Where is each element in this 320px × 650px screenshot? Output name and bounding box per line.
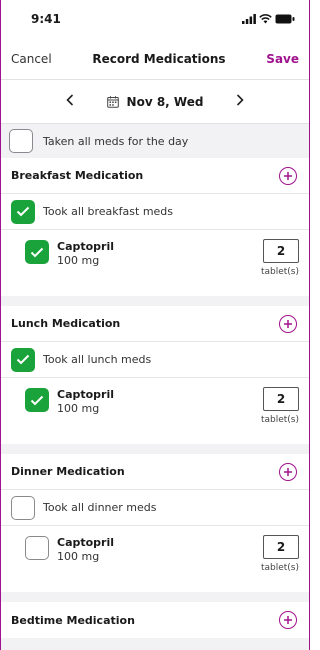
wifi-icon: [259, 14, 272, 24]
date-selector: Nov 8, Wed: [1, 80, 309, 124]
took-all-row[interactable]: Took all lunch meds: [1, 342, 309, 378]
all-day-label: Taken all meds for the day: [43, 134, 189, 148]
add-dinner-med-button[interactable]: [279, 462, 297, 481]
page-title: Record Medications: [92, 51, 226, 66]
battery-icon: [275, 14, 295, 24]
section-title: Breakfast Medication: [11, 169, 144, 182]
took-all-dinner-checkbox[interactable]: [11, 495, 35, 520]
date-display[interactable]: Nov 8, Wed: [100, 95, 210, 109]
med-info: Captopril 100 mg: [57, 536, 114, 563]
took-all-row[interactable]: Took all dinner meds: [1, 490, 309, 526]
med-row: Captopril 100 mg 2 tablet(s): [1, 230, 309, 296]
med-checkbox[interactable]: [25, 240, 49, 264]
save-button[interactable]: Save: [266, 52, 299, 66]
date-label: Nov 8, Wed: [126, 94, 204, 109]
med-row: Captopril 100 mg 2 tablet(s): [1, 378, 309, 444]
med-dose: 100 mg: [57, 550, 100, 563]
took-all-breakfast-checkbox[interactable]: [11, 199, 35, 224]
section-title: Lunch Medication: [11, 317, 121, 330]
lunch-section: Lunch Medication Took all lunch meds Cap…: [1, 306, 309, 444]
plus-circle-icon: [284, 467, 292, 476]
next-day-button[interactable]: [210, 93, 270, 110]
quantity-unit: tablet(s): [260, 267, 299, 277]
plus-circle-icon: [284, 171, 292, 180]
chevron-left-icon: [66, 93, 74, 106]
cancel-button[interactable]: Cancel: [11, 52, 52, 66]
med-name: Captopril: [57, 388, 115, 401]
check-icon: [30, 247, 44, 257]
calendar-icon: [106, 95, 119, 108]
plus-circle-icon: [284, 319, 292, 328]
med-checkbox[interactable]: [25, 388, 49, 412]
status-time: 9:41: [31, 12, 61, 26]
dinner-section: Dinner Medication Took all dinner meds C…: [1, 454, 309, 592]
breakfast-section: Breakfast Medication Took all breakfast …: [1, 158, 309, 296]
section-header: Bedtime Medication: [1, 602, 309, 638]
section-title: Bedtime Medication: [11, 613, 135, 627]
all-day-checkbox[interactable]: [9, 129, 33, 153]
med-dose: 100 mg: [57, 402, 100, 415]
plus-circle-icon: [284, 616, 292, 624]
chevron-right-icon: [236, 93, 244, 106]
app-frame: 9:41 Cancel Record Medications Save Nov …: [0, 0, 310, 650]
add-lunch-med-button[interactable]: [279, 314, 297, 333]
nav-bar: Cancel Record Medications Save: [1, 38, 309, 80]
med-name: Captopril: [57, 536, 115, 549]
section-header: Lunch Medication: [1, 306, 309, 342]
all-day-row[interactable]: Taken all meds for the day: [1, 124, 309, 158]
add-bedtime-med-button[interactable]: [279, 611, 297, 629]
took-all-lunch-checkbox[interactable]: [11, 347, 35, 372]
add-breakfast-med-button[interactable]: [279, 166, 297, 185]
qty-group: 2 tablet(s): [261, 387, 299, 425]
med-row: Captopril 100 mg 2 tablet(s): [1, 526, 309, 592]
med-checkbox[interactable]: [25, 536, 49, 560]
quantity-unit: tablet(s): [260, 563, 299, 573]
med-dose: 100 mg: [57, 254, 100, 267]
took-all-label: Took all breakfast meds: [43, 205, 174, 218]
status-icons: [242, 14, 295, 24]
quantity-unit: tablet(s): [260, 415, 299, 425]
section-header: Dinner Medication: [1, 454, 309, 490]
quantity-field[interactable]: 2: [263, 535, 299, 559]
took-all-label: Took all dinner meds: [43, 501, 157, 514]
took-all-label: Took all lunch meds: [43, 353, 152, 366]
qty-group: 2 tablet(s): [261, 535, 299, 573]
signal-icon: [242, 14, 256, 24]
section-title: Dinner Medication: [11, 465, 125, 478]
med-info: Captopril 100 mg: [57, 388, 114, 415]
status-bar: 9:41: [1, 0, 309, 38]
check-icon: [16, 206, 30, 217]
quantity-field[interactable]: 2: [263, 239, 299, 263]
check-icon: [30, 395, 44, 405]
check-icon: [16, 354, 30, 365]
prev-day-button[interactable]: [40, 93, 100, 110]
med-info: Captopril 100 mg: [57, 240, 114, 267]
section-header: Breakfast Medication: [1, 158, 309, 194]
took-all-row[interactable]: Took all breakfast meds: [1, 194, 309, 230]
med-name: Captopril: [57, 240, 115, 253]
quantity-field[interactable]: 2: [263, 387, 299, 411]
qty-group: 2 tablet(s): [261, 239, 299, 277]
bedtime-section: Bedtime Medication: [1, 602, 309, 638]
